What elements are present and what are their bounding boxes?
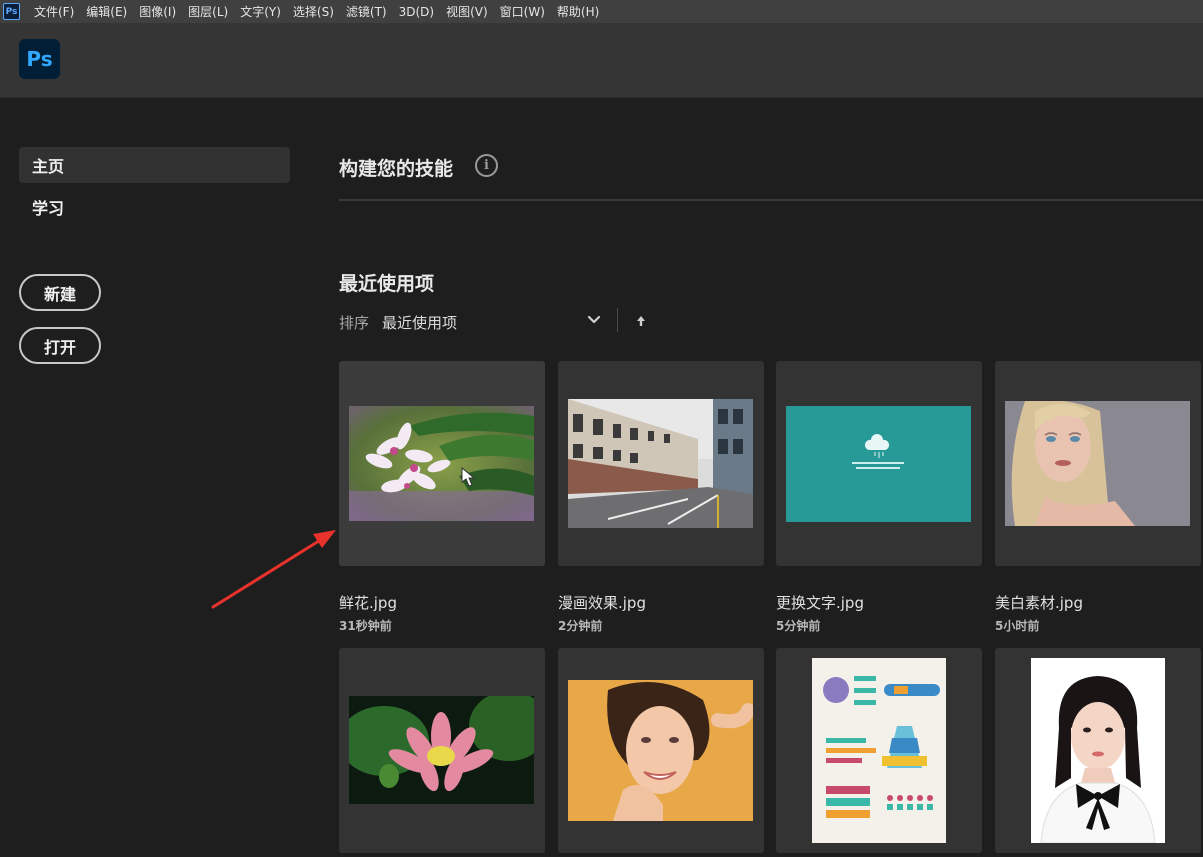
- info-icon[interactable]: i: [475, 154, 498, 177]
- nav-home[interactable]: 主页: [19, 147, 290, 183]
- open-button[interactable]: 打开: [19, 327, 101, 364]
- menu-window[interactable]: 窗口(W): [500, 3, 545, 20]
- file-thumbnail-portrait[interactable]: [1005, 401, 1190, 526]
- file-thumbnail-smiling-woman[interactable]: [568, 680, 753, 821]
- file-thumbnail-street[interactable]: [568, 399, 753, 528]
- file-name[interactable]: 更换文字.jpg: [776, 592, 864, 613]
- menu-select[interactable]: 选择(S): [293, 3, 334, 20]
- recent-file-card[interactable]: [995, 648, 1201, 853]
- file-name[interactable]: 美白素材.jpg: [995, 592, 1083, 613]
- file-thumbnail-infographic[interactable]: [812, 658, 946, 843]
- recent-file-card[interactable]: [558, 361, 764, 566]
- file-thumbnail-text[interactable]: [786, 406, 971, 522]
- nav-learn[interactable]: 学习: [19, 189, 290, 225]
- recent-file-card[interactable]: [558, 648, 764, 853]
- recent-file-card[interactable]: [339, 361, 545, 566]
- chevron-down-icon[interactable]: [585, 311, 603, 329]
- file-time: 5分钟前: [776, 619, 821, 633]
- skills-title: 构建您的技能: [339, 158, 454, 180]
- file-thumbnail-flower[interactable]: [349, 406, 534, 521]
- sort-separator: [617, 308, 618, 332]
- photoshop-logo: Ps: [19, 39, 60, 79]
- file-time: 2分钟前: [558, 619, 603, 633]
- menu-help[interactable]: 帮助(H): [557, 3, 599, 20]
- sort-dropdown-value[interactable]: 最近使用项: [382, 312, 457, 333]
- section-divider: [339, 199, 1203, 201]
- menu-image[interactable]: 图像(I): [139, 3, 176, 20]
- sidebar: 主页 学习 新建 打开: [0, 98, 310, 857]
- menu-3d[interactable]: 3D(D): [399, 5, 434, 19]
- home-header: Ps: [0, 23, 1203, 98]
- menu-bar: Ps 文件(F) 编辑(E) 图像(I) 图层(L) 文字(Y) 选择(S) 滤…: [0, 0, 1203, 23]
- sort-ascending-icon[interactable]: [634, 313, 648, 329]
- recent-file-card[interactable]: [339, 648, 545, 853]
- menu-type[interactable]: 文字(Y): [240, 3, 281, 20]
- menu-layer[interactable]: 图层(L): [188, 3, 228, 20]
- photoshop-app-icon[interactable]: Ps: [3, 3, 20, 20]
- file-time: 31秒钟前: [339, 619, 392, 633]
- file-time: 5小时前: [995, 619, 1040, 633]
- file-thumbnail-id-photo[interactable]: [1031, 658, 1165, 843]
- menu-file[interactable]: 文件(F): [34, 3, 74, 20]
- menu-edit[interactable]: 编辑(E): [86, 3, 127, 20]
- recent-file-card[interactable]: [995, 361, 1201, 566]
- file-name[interactable]: 漫画效果.jpg: [558, 592, 646, 613]
- recent-file-card[interactable]: [776, 648, 982, 853]
- recent-title: 最近使用项: [339, 273, 435, 295]
- sort-label: 排序: [339, 314, 370, 332]
- menu-view[interactable]: 视图(V): [446, 3, 488, 20]
- menu-filter[interactable]: 滤镜(T): [346, 3, 387, 20]
- new-button[interactable]: 新建: [19, 274, 101, 311]
- recent-file-card[interactable]: [776, 361, 982, 566]
- file-thumbnail-lotus[interactable]: [349, 696, 534, 804]
- file-name[interactable]: 鲜花.jpg: [339, 592, 397, 613]
